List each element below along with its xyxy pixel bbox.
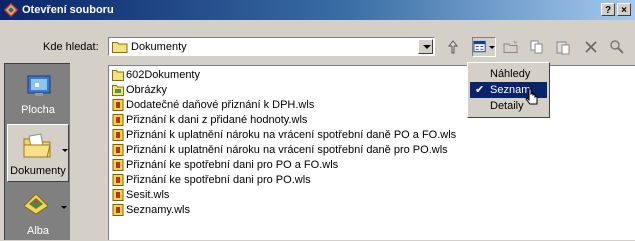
document-icon [112,173,124,186]
file-list[interactable]: 602Dokumenty Obrázky Dodatečné daňové př… [108,65,635,240]
picture-folder-icon [112,84,124,96]
document-icon [112,113,124,126]
view-menu-button[interactable] [472,37,496,57]
title-bar: Otevření souboru ? × [0,0,635,20]
folder-icon [112,69,124,81]
lookin-dropdown-button[interactable] [418,39,433,54]
document-icon [112,158,124,171]
menu-item-thumbnails[interactable]: Náhledy [470,66,547,82]
chevron-down-icon [423,45,431,49]
list-item[interactable]: Sesit.wls [112,188,169,201]
delete-button[interactable] [580,37,602,57]
chevron-down-icon [61,206,67,209]
place-documents[interactable]: Dokumenty [7,124,69,182]
close-button[interactable]: × [617,3,631,16]
places-bar: Plocha Dokumenty Alba [4,63,70,240]
document-icon [112,128,124,141]
new-folder-icon [503,40,518,53]
list-item[interactable]: Dodatečné daňové přiznání k DPH.wls [112,98,314,111]
list-item[interactable]: Přiznání k uplatnění nároku na vrácení s… [112,128,456,141]
help-button[interactable]: ? [601,3,615,16]
search-button[interactable] [606,37,628,57]
lookin-combo[interactable]: Dokumenty [108,37,435,56]
place-label: Plocha [21,104,55,116]
search-icon [610,40,624,54]
list-item[interactable]: 602Dokumenty [112,68,200,81]
up-folder-button[interactable] [442,37,464,57]
copy-button[interactable] [526,37,548,57]
window-title: Otevření souboru [22,4,114,16]
check-icon: ✔ [475,84,485,96]
list-item[interactable]: Přiznání k uplatnění nároku na vrácení s… [112,143,448,156]
delete-icon [585,41,597,53]
list-item[interactable]: Přiznání k dani z přidané hodnoty.wls [112,113,307,126]
list-item[interactable]: Obrázky [112,83,167,96]
list-item[interactable]: Přiznání ke spotřební dani pro PO.wls [112,173,311,186]
document-icon [112,98,124,111]
app-icon [4,3,18,17]
albums-icon [23,193,49,215]
chevron-down-icon [62,149,68,152]
chevron-down-icon [489,45,495,49]
document-icon [112,203,124,216]
place-desktop[interactable]: Plocha [7,68,69,120]
copy-icon [530,40,543,54]
cursor-icon [525,88,538,105]
up-folder-icon [447,40,459,54]
folder-icon [112,42,128,53]
place-label: Dokumenty [10,165,66,177]
new-folder-button[interactable] [500,37,522,57]
paste-button[interactable] [552,37,574,57]
view-list-icon [473,40,486,53]
document-icon [112,188,124,201]
lookin-label: Kde hledat: [43,41,99,53]
place-albums[interactable]: Alba [7,186,69,241]
documents-folder-icon [23,133,51,158]
place-label: Alba [26,225,50,237]
document-icon [112,143,124,156]
paste-icon [556,41,570,55]
lookin-value: Dokumenty [131,41,187,53]
list-item[interactable]: Přiznání ke spotřební dani pro PO a FO.w… [112,158,338,171]
desktop-icon [27,75,51,96]
list-item[interactable]: Seznamy.wls [112,203,190,216]
